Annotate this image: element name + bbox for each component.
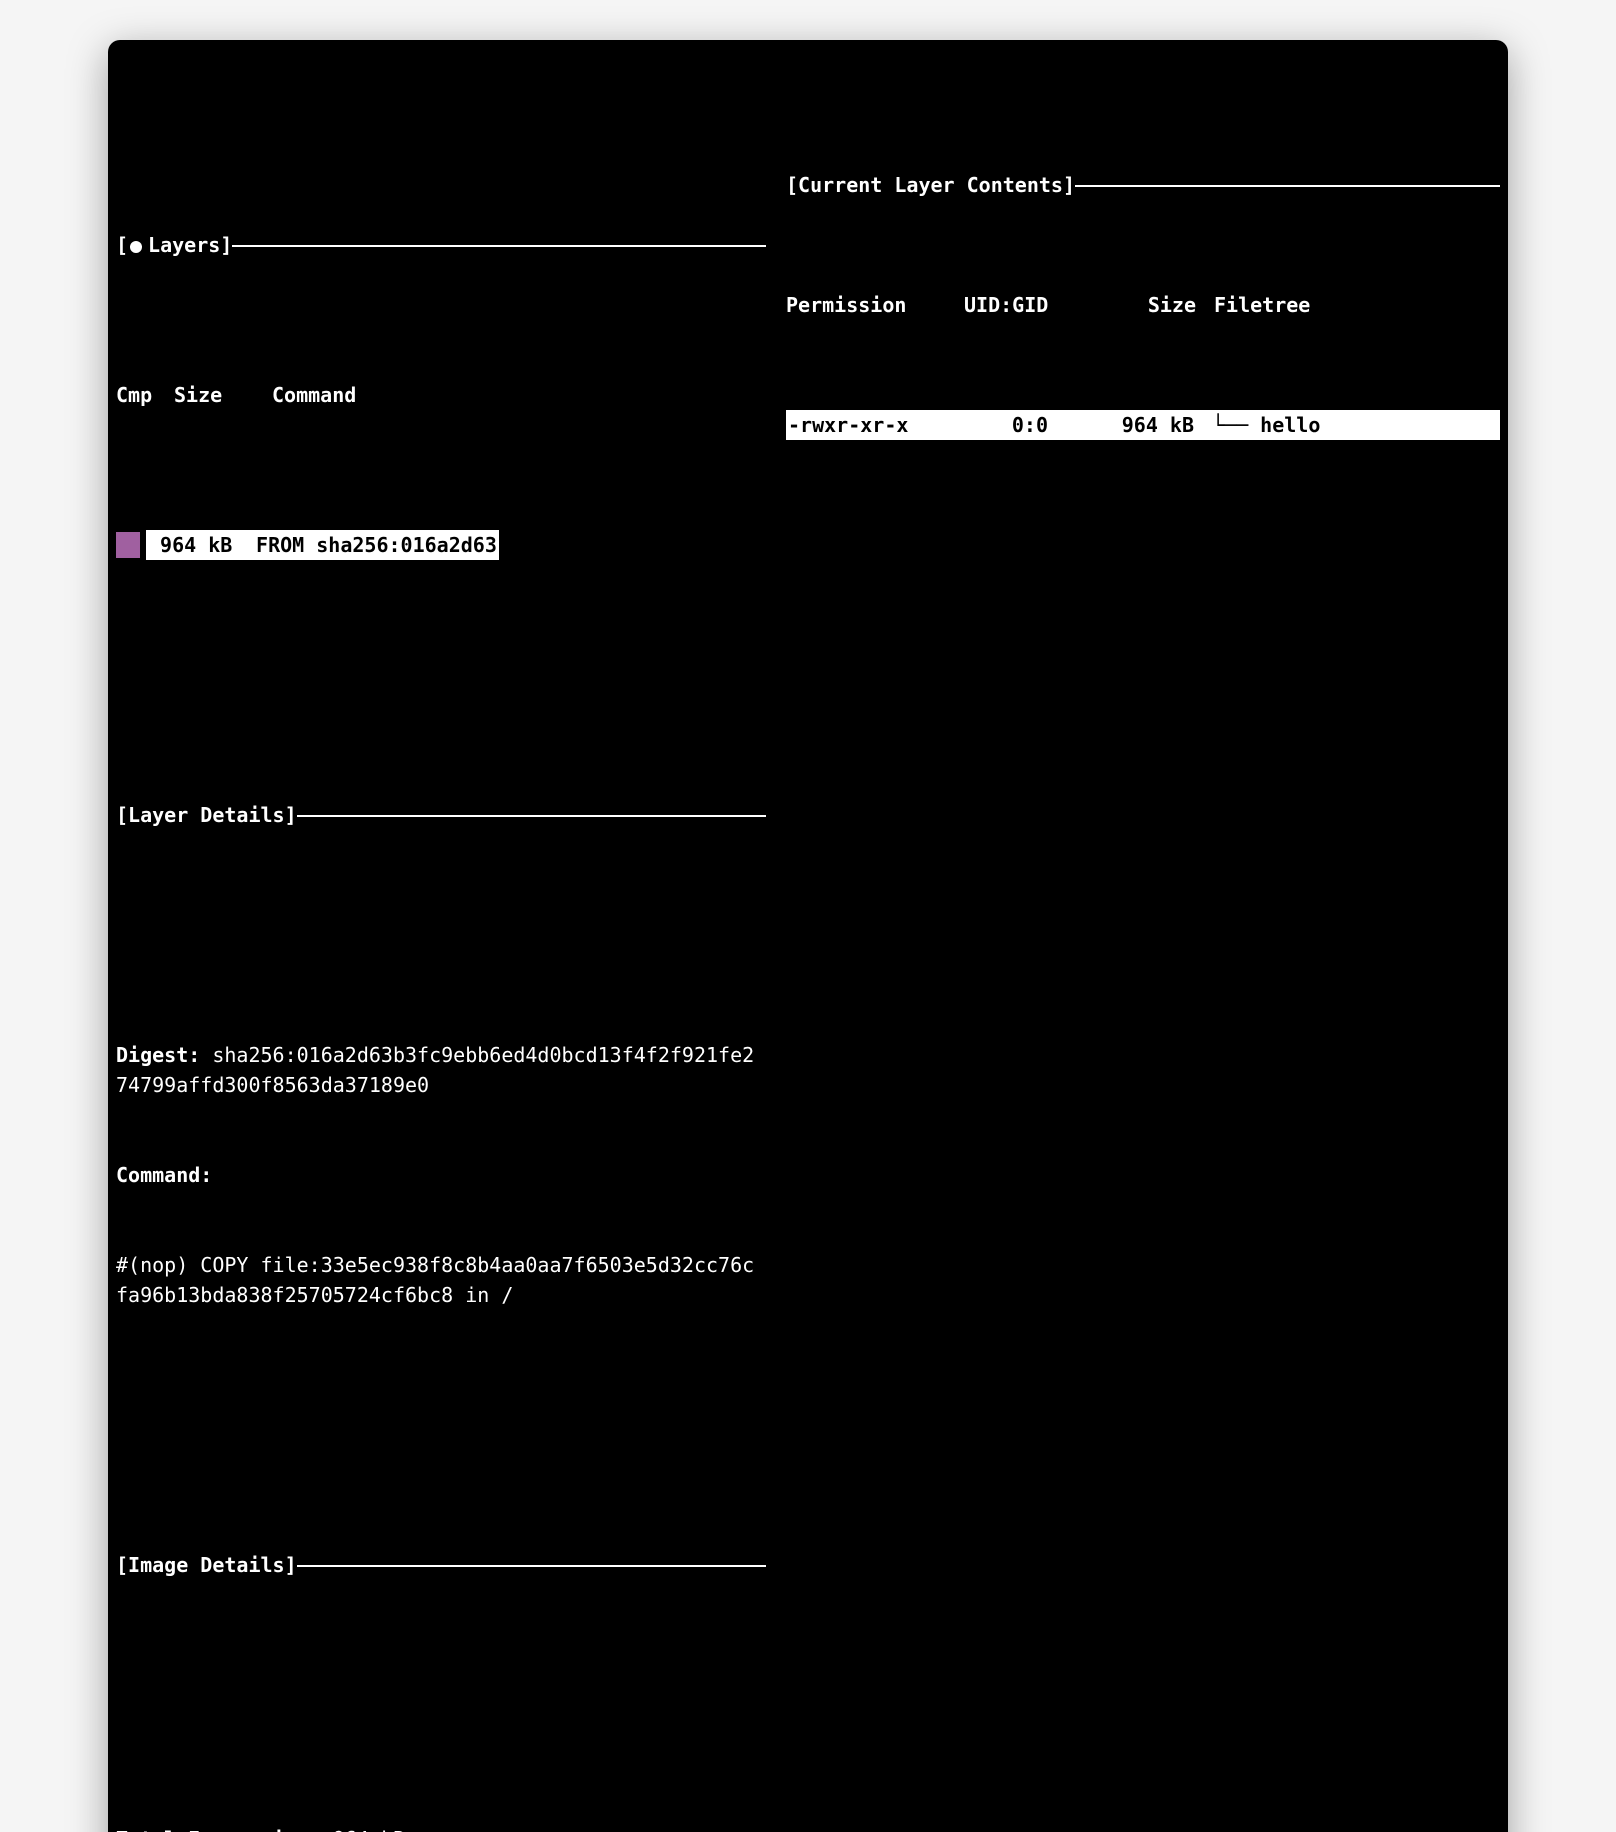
command-label: Command:	[116, 1160, 766, 1190]
tree-branch-icon: └──	[1212, 410, 1260, 440]
layer-details-label: [Layer Details]	[116, 800, 297, 830]
file-size: 964 kB	[1092, 410, 1212, 440]
left-column: [Layers] Cmp Size Command 964 kB FROM sh…	[116, 110, 776, 1832]
col-header-size: Size	[174, 380, 272, 410]
file-uidgid: 0:0	[966, 410, 1092, 440]
divider	[1075, 185, 1500, 187]
terminal-window: [Layers] Cmp Size Command 964 kB FROM sh…	[108, 40, 1508, 1832]
file-permission: -rwxr-xr-x	[788, 410, 966, 440]
layers-pane-title: [Layers]	[116, 230, 766, 260]
digest-value: sha256:016a2d63b3fc9ebb6ed4d0bcd13f4f2f9…	[116, 1043, 754, 1097]
image-details-title: [Image Details]	[116, 1550, 766, 1580]
contents-pane-title: [Current Layer Contents]	[786, 170, 1500, 200]
layer-details-title: [Layer Details]	[116, 800, 766, 830]
layer-command: FROM sha256:016a2d63	[244, 530, 497, 560]
layers-header-row: Cmp Size Command	[116, 380, 766, 410]
command-value: #(nop) COPY file:33e5ec938f8c8b4aa0aa7f6…	[116, 1250, 766, 1310]
layer-row[interactable]: 964 kB FROM sha256:016a2d63	[116, 530, 766, 560]
file-name: hello	[1260, 410, 1320, 440]
contents-title-label: [Current Layer Contents]	[786, 170, 1075, 200]
layer-row-selected: 964 kB FROM sha256:016a2d63	[146, 530, 499, 560]
right-column: [Current Layer Contents] Permission UID:…	[776, 110, 1500, 1832]
cmp-indicator-icon	[116, 532, 140, 558]
col-header-uidgid: UID:GID	[964, 290, 1094, 320]
col-header-filetree: Filetree	[1214, 290, 1500, 320]
divider	[297, 815, 766, 817]
divider	[297, 1565, 766, 1567]
layer-size: 964 kB	[148, 530, 244, 560]
file-row[interactable]: -rwxr-xr-x 0:0 964 kB └── hello	[786, 410, 1500, 440]
image-details-label: [Image Details]	[116, 1550, 297, 1580]
col-header-command: Command	[272, 380, 766, 410]
divider	[232, 245, 766, 247]
total-image-size: Total Image size: 964 kB	[116, 1824, 766, 1832]
layer-digest-line: Digest: sha256:016a2d63b3fc9ebb6ed4d0bcd…	[116, 1040, 766, 1100]
digest-label: Digest:	[116, 1043, 212, 1067]
file-name-cell: └── hello	[1212, 410, 1498, 440]
active-pane-dot-icon	[130, 241, 142, 253]
col-header-cmp: Cmp	[116, 380, 174, 410]
contents-header-row: Permission UID:GID Size Filetree	[786, 290, 1500, 320]
col-header-size: Size	[1094, 290, 1214, 320]
col-header-permission: Permission	[786, 290, 964, 320]
terminal-content: [Layers] Cmp Size Command 964 kB FROM sh…	[108, 50, 1508, 1832]
